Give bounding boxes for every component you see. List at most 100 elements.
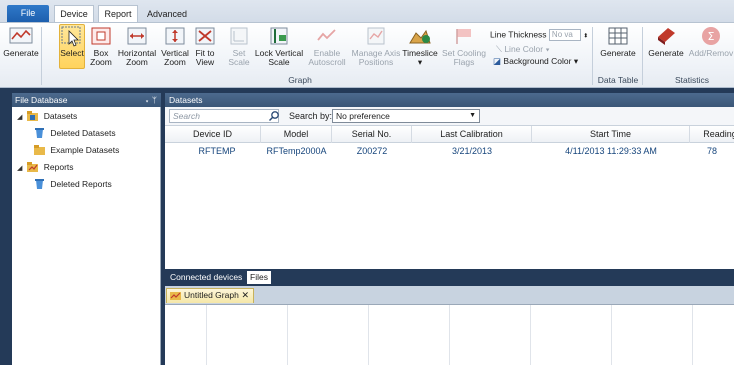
horizontal-zoom-icon (127, 27, 147, 45)
tab-connected-devices[interactable]: Connected devices (167, 271, 245, 284)
timeslice-button[interactable]: Timeslice ▾ (402, 25, 438, 67)
vertical-zoom-button[interactable]: Vertical Zoom (160, 25, 190, 67)
column-header-device-id[interactable]: Device ID (165, 126, 261, 143)
search-icon[interactable] (268, 110, 280, 122)
tree-item-deleted-reports[interactable]: Deleted Reports (34, 178, 112, 190)
datasets-header: Datasets (165, 93, 734, 107)
vertical-zoom-label-2: Zoom (164, 57, 186, 67)
search-input[interactable]: Search (169, 109, 279, 123)
add-remove-icon: Σ (702, 27, 720, 45)
ribbon: Generate Select Box Zoom Horizontal Zoom (0, 22, 734, 88)
file-database-title: File Database (15, 95, 68, 105)
recycle-bin-icon (35, 179, 44, 189)
spinner-arrows-icon[interactable]: ⬍ (583, 33, 588, 39)
table-header: Device ID Model Serial No. Last Calibrat… (165, 126, 734, 143)
cell-start-time: 4/11/2013 11:29:33 AM (565, 146, 657, 156)
column-header-reading[interactable]: Reading (690, 126, 734, 143)
lock-vertical-scale-icon (270, 27, 288, 45)
grid-line (206, 305, 207, 365)
pane-pin-icon[interactable]: ▾ ᛘ (144, 93, 157, 107)
statistics-icon (658, 28, 675, 45)
column-header-last-calibration[interactable]: Last Calibration (412, 126, 532, 143)
tree-item-reports[interactable]: ◢ Reports (17, 161, 74, 175)
column-header-start-time[interactable]: Start Time (532, 126, 690, 143)
tree-label: Deleted Datasets (50, 128, 116, 138)
tab-report[interactable]: Report (98, 5, 138, 23)
manage-axis-positions-button[interactable]: Manage Axis Positions (350, 25, 402, 67)
box-zoom-button[interactable]: Box Zoom (88, 25, 114, 67)
set-scale-icon (230, 27, 248, 45)
tree-item-datasets[interactable]: ◢ Datasets (17, 110, 77, 124)
file-database-tree: ◢ Datasets Deleted Datasets Example Data… (12, 107, 161, 365)
line-color-icon: ⟍ (496, 44, 502, 54)
tab-advanced[interactable]: Advanced (142, 6, 192, 22)
graph-document-icon (170, 292, 181, 300)
svg-text:Σ: Σ (708, 30, 715, 43)
ribbon-tab-strip: File Device Report Advanced (0, 0, 734, 23)
frame-left (0, 88, 12, 365)
lock-vertical-scale-button[interactable]: Lock Vertical Scale (254, 25, 304, 67)
column-header-model[interactable]: Model (261, 126, 332, 143)
datasets-table: Device ID Model Serial No. Last Calibrat… (165, 126, 734, 269)
select-label: Select (60, 48, 84, 58)
search-by-label: Search by: (289, 111, 333, 121)
cell-model: RFTemp2000A (266, 146, 327, 156)
tab-device[interactable]: Device (54, 5, 94, 23)
cell-last-calibration: 3/21/2013 (451, 146, 493, 156)
data-table-generate-button[interactable]: Generate (598, 25, 638, 58)
document-tab-strip: Untitled Graph ✕ (165, 286, 734, 304)
close-icon[interactable]: ✕ (241, 289, 249, 302)
enable-autoscroll-button[interactable]: Enable Autoscroll (305, 25, 349, 67)
generate-button[interactable]: Generate (2, 25, 40, 58)
tab-untitled-graph[interactable]: Untitled Graph ✕ (166, 288, 254, 303)
file-database-header: File Database ▾ ᛘ (12, 93, 161, 107)
generate-icon (9, 27, 33, 44)
enable-autoscroll-icon (317, 29, 336, 41)
set-cooling-flags-button[interactable]: Set Cooling Flags (440, 25, 488, 67)
generate-label: Generate (3, 48, 39, 58)
grid-line (692, 305, 693, 365)
manage-axis-icon (367, 27, 385, 45)
tree-item-example-datasets[interactable]: Example Datasets (34, 144, 119, 156)
recycle-bin-icon (35, 128, 44, 138)
line-color-label: Line Color (504, 44, 544, 54)
enable-autoscroll-label-2: Autoscroll (308, 57, 346, 67)
graph-canvas[interactable] (165, 304, 734, 365)
tree-label: Example Datasets (50, 145, 120, 155)
grid-line (449, 305, 450, 365)
tree-item-deleted-datasets[interactable]: Deleted Datasets (34, 127, 116, 139)
search-by-value: No preference (336, 111, 390, 121)
add-remove-button[interactable]: Σ Add/Remov (688, 25, 734, 58)
folder-icon (27, 162, 39, 172)
data-table-group-label: Data Table (597, 75, 639, 85)
search-placeholder: Search (173, 111, 200, 121)
line-thickness-spinner[interactable]: No va (548, 29, 581, 41)
tab-files[interactable]: Files (247, 271, 271, 284)
cooling-flags-icon (456, 29, 471, 44)
bottom-tab-strip: Connected devices Files (165, 269, 734, 286)
tab-file[interactable]: File (7, 5, 49, 22)
folder-icon (34, 145, 45, 155)
set-scale-label-2: Scale (228, 57, 250, 67)
column-header-serial-no[interactable]: Serial No. (332, 126, 412, 143)
expand-arrow-icon[interactable]: ◢ (17, 163, 25, 175)
line-color-button[interactable]: ⟍ Line Color ▾ (496, 44, 550, 54)
set-scale-button[interactable]: Set Scale (226, 25, 252, 67)
grid-line (530, 305, 531, 365)
statistics-group-label: Statistics (674, 75, 709, 85)
set-cooling-flags-label-2: Flags (453, 57, 475, 67)
cell-serial-no: Z00272 (356, 146, 388, 156)
tree-label: Reports (43, 162, 74, 172)
fit-to-view-button[interactable]: Fit to View (192, 25, 218, 67)
search-by-select[interactable]: No preference ▼ (332, 109, 480, 123)
separator (642, 27, 643, 85)
horizontal-zoom-button[interactable]: Horizontal Zoom (116, 25, 158, 67)
line-color-dropdown-icon: ▾ (545, 44, 550, 54)
select-button[interactable]: Select (59, 24, 85, 69)
background-color-label: Background Color (503, 56, 572, 66)
line-thickness-row: Line Thickness No va ⬍ (490, 29, 588, 41)
statistics-generate-button[interactable]: Generate (646, 25, 686, 58)
separator (592, 27, 593, 85)
expand-arrow-icon[interactable]: ◢ (17, 112, 25, 124)
background-color-button[interactable]: ◪ Background Color ▾ (493, 56, 578, 66)
